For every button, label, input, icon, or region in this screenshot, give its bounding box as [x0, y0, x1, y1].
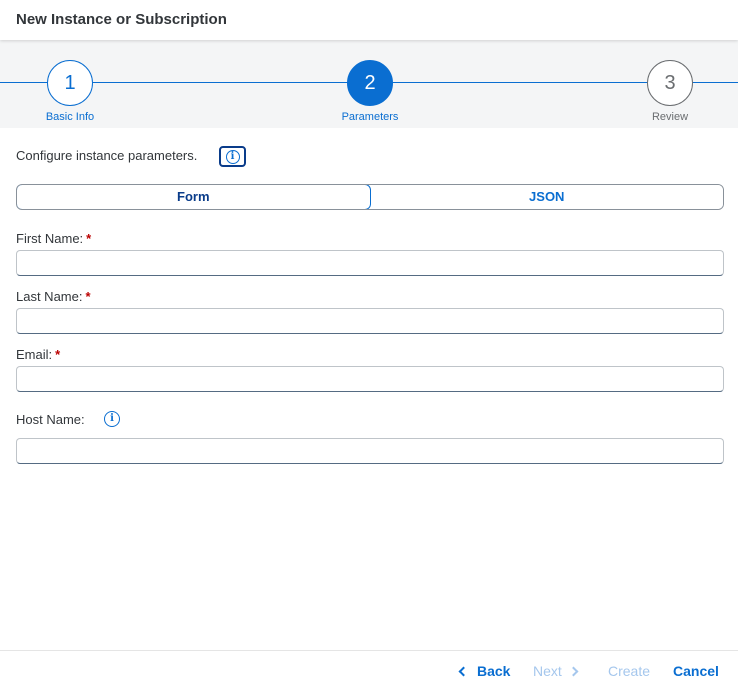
- wizard-step-basic-info[interactable]: 1 Basic Info: [20, 60, 120, 123]
- step-number: 2: [347, 60, 393, 106]
- required-marker: *: [85, 289, 91, 304]
- cancel-button[interactable]: Cancel: [673, 663, 719, 679]
- tab-json[interactable]: JSON: [370, 185, 723, 209]
- info-icon[interactable]: i: [104, 411, 120, 427]
- wizard-step-parameters[interactable]: 2 Parameters: [320, 60, 420, 123]
- field-label-text: Host Name:: [16, 412, 85, 427]
- dialog-footer: Back Next Create Cancel: [0, 650, 738, 691]
- first-name-input[interactable]: [16, 250, 724, 276]
- required-marker: *: [86, 231, 92, 246]
- host-name-input[interactable]: [16, 438, 724, 464]
- last-name-input[interactable]: [16, 308, 724, 334]
- step-label: Review: [651, 111, 689, 123]
- field-label-text: Last Name:: [16, 289, 83, 304]
- wizard-step-review[interactable]: 3 Review: [620, 60, 720, 123]
- next-button[interactable]: Next: [533, 663, 579, 679]
- step-number: 1: [47, 60, 93, 106]
- dialog: New Instance or Subscription 1 Basic Inf…: [0, 0, 738, 691]
- back-button[interactable]: Back: [458, 663, 511, 679]
- dialog-header: New Instance or Subscription: [0, 0, 738, 40]
- next-label: Next: [533, 663, 562, 679]
- tab-form[interactable]: Form: [17, 185, 371, 209]
- last-name-label: Last Name: *: [16, 289, 91, 304]
- info-icon: i: [225, 149, 240, 164]
- field-label-text: Email:: [16, 347, 53, 362]
- intro-text: Configure instance parameters.: [16, 148, 198, 163]
- step-label: Parameters: [341, 111, 399, 123]
- step-number: 3: [647, 60, 693, 106]
- chevron-right-icon: [568, 666, 579, 677]
- info-button[interactable]: i: [219, 146, 246, 167]
- wizard-progress: 1 Basic Info 2 Parameters 3 Review: [0, 40, 738, 128]
- step-label: Basic Info: [45, 111, 95, 123]
- form-json-toggle: Form JSON: [16, 184, 724, 210]
- dialog-title: New Instance or Subscription: [16, 11, 227, 28]
- first-name-label: First Name: *: [16, 231, 91, 246]
- back-label: Back: [477, 663, 511, 679]
- create-button[interactable]: Create: [608, 663, 650, 679]
- required-marker: *: [55, 347, 61, 362]
- email-input[interactable]: [16, 366, 724, 392]
- chevron-left-icon: [458, 666, 469, 677]
- email-label: Email: *: [16, 347, 60, 362]
- field-label-text: First Name:: [16, 231, 84, 246]
- host-name-label: Host Name:: [16, 412, 85, 427]
